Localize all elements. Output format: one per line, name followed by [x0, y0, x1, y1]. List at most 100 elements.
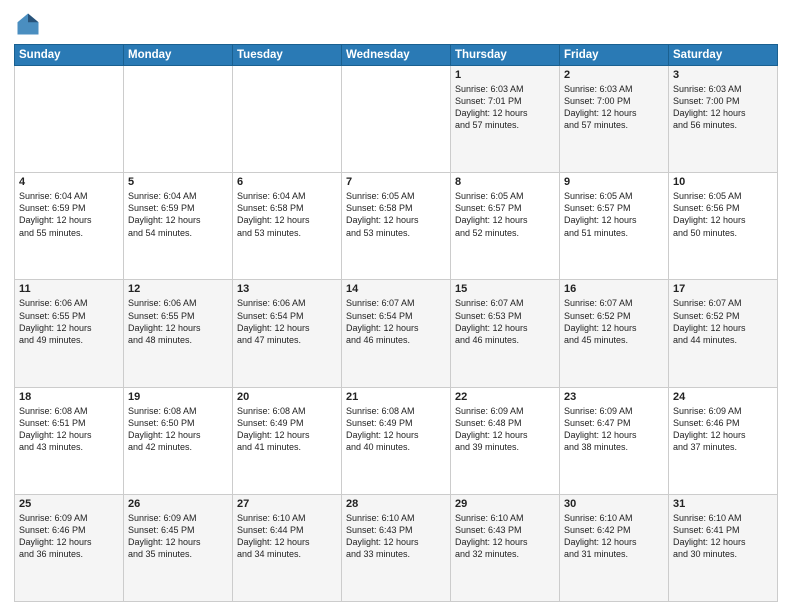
calendar-cell-3-5: 23 Sunrise: 6:09 AM Sunset: 6:47 PM Dayli… [560, 387, 669, 494]
day-number: 20 [237, 391, 337, 403]
day-number: 6 [237, 176, 337, 188]
calendar-cell-1-1: 5 Sunrise: 6:04 AM Sunset: 6:59 PM Daylig… [124, 173, 233, 280]
calendar-week-3: 18 Sunrise: 6:08 AM Sunset: 6:51 PM Dayli… [15, 387, 778, 494]
calendar-cell-1-5: 9 Sunrise: 6:05 AM Sunset: 6:57 PM Daylig… [560, 173, 669, 280]
day-info: Sunrise: 6:10 AM Sunset: 6:43 PM Dayligh… [346, 512, 446, 561]
day-info: Sunrise: 6:07 AM Sunset: 6:54 PM Dayligh… [346, 297, 446, 346]
day-number: 9 [564, 176, 664, 188]
calendar-cell-0-0 [15, 66, 124, 173]
day-info: Sunrise: 6:10 AM Sunset: 6:43 PM Dayligh… [455, 512, 555, 561]
calendar-cell-1-2: 6 Sunrise: 6:04 AM Sunset: 6:58 PM Daylig… [233, 173, 342, 280]
day-number: 27 [237, 498, 337, 510]
calendar-cell-0-5: 2 Sunrise: 6:03 AM Sunset: 7:00 PM Daylig… [560, 66, 669, 173]
day-info: Sunrise: 6:04 AM Sunset: 6:59 PM Dayligh… [128, 190, 228, 239]
calendar-week-0: 1 Sunrise: 6:03 AM Sunset: 7:01 PM Daylig… [15, 66, 778, 173]
calendar-week-1: 4 Sunrise: 6:04 AM Sunset: 6:59 PM Daylig… [15, 173, 778, 280]
day-info: Sunrise: 6:09 AM Sunset: 6:47 PM Dayligh… [564, 405, 664, 454]
calendar-cell-2-1: 12 Sunrise: 6:06 AM Sunset: 6:55 PM Dayli… [124, 280, 233, 387]
calendar-cell-3-0: 18 Sunrise: 6:08 AM Sunset: 6:51 PM Dayli… [15, 387, 124, 494]
day-number: 15 [455, 283, 555, 295]
day-number: 2 [564, 69, 664, 81]
calendar-cell-4-6: 31Sunrise: 6:10 AM Sunset: 6:41 PM Dayli… [669, 494, 778, 601]
day-info: Sunrise: 6:07 AM Sunset: 6:52 PM Dayligh… [564, 297, 664, 346]
day-number: 23 [564, 391, 664, 403]
day-number: 3 [673, 69, 773, 81]
day-info: Sunrise: 6:08 AM Sunset: 6:50 PM Dayligh… [128, 405, 228, 454]
day-number: 29 [455, 498, 555, 510]
calendar-cell-0-3 [342, 66, 451, 173]
day-info: Sunrise: 6:03 AM Sunset: 7:00 PM Dayligh… [564, 83, 664, 132]
day-number: 28 [346, 498, 446, 510]
col-header-tuesday: Tuesday [233, 45, 342, 66]
day-number: 11 [19, 283, 119, 295]
day-info: Sunrise: 6:09 AM Sunset: 6:46 PM Dayligh… [673, 405, 773, 454]
day-info: Sunrise: 6:07 AM Sunset: 6:53 PM Dayligh… [455, 297, 555, 346]
calendar-cell-1-3: 7 Sunrise: 6:05 AM Sunset: 6:58 PM Daylig… [342, 173, 451, 280]
calendar-cell-3-6: 24 Sunrise: 6:09 AM Sunset: 6:46 PM Dayli… [669, 387, 778, 494]
day-info: Sunrise: 6:09 AM Sunset: 6:48 PM Dayligh… [455, 405, 555, 454]
day-info: Sunrise: 6:04 AM Sunset: 6:58 PM Dayligh… [237, 190, 337, 239]
day-number: 17 [673, 283, 773, 295]
calendar-cell-4-4: 29 Sunrise: 6:10 AM Sunset: 6:43 PM Dayli… [451, 494, 560, 601]
day-info: Sunrise: 6:09 AM Sunset: 6:45 PM Dayligh… [128, 512, 228, 561]
day-info: Sunrise: 6:06 AM Sunset: 6:54 PM Dayligh… [237, 297, 337, 346]
day-number: 1 [455, 69, 555, 81]
calendar-week-2: 11 Sunrise: 6:06 AM Sunset: 6:55 PM Dayli… [15, 280, 778, 387]
day-info: Sunrise: 6:04 AM Sunset: 6:59 PM Dayligh… [19, 190, 119, 239]
day-number: 13 [237, 283, 337, 295]
logo [14, 10, 46, 38]
day-info: Sunrise: 6:03 AM Sunset: 7:00 PM Dayligh… [673, 83, 773, 132]
calendar-cell-2-3: 14 Sunrise: 6:07 AM Sunset: 6:54 PM Dayli… [342, 280, 451, 387]
calendar-cell-3-4: 22 Sunrise: 6:09 AM Sunset: 6:48 PM Dayli… [451, 387, 560, 494]
day-info: Sunrise: 6:05 AM Sunset: 6:57 PM Dayligh… [564, 190, 664, 239]
day-info: Sunrise: 6:05 AM Sunset: 6:56 PM Dayligh… [673, 190, 773, 239]
day-info: Sunrise: 6:08 AM Sunset: 6:49 PM Dayligh… [237, 405, 337, 454]
day-number: 5 [128, 176, 228, 188]
day-number: 12 [128, 283, 228, 295]
day-number: 4 [19, 176, 119, 188]
page: SundayMondayTuesdayWednesdayThursdayFrid… [0, 0, 792, 612]
day-number: 16 [564, 283, 664, 295]
day-info: Sunrise: 6:05 AM Sunset: 6:58 PM Dayligh… [346, 190, 446, 239]
day-info: Sunrise: 6:07 AM Sunset: 6:52 PM Dayligh… [673, 297, 773, 346]
day-info: Sunrise: 6:03 AM Sunset: 7:01 PM Dayligh… [455, 83, 555, 132]
day-number: 10 [673, 176, 773, 188]
calendar-cell-1-0: 4 Sunrise: 6:04 AM Sunset: 6:59 PM Daylig… [15, 173, 124, 280]
day-number: 14 [346, 283, 446, 295]
day-number: 24 [673, 391, 773, 403]
day-number: 18 [19, 391, 119, 403]
calendar-cell-0-2 [233, 66, 342, 173]
calendar-cell-0-1 [124, 66, 233, 173]
calendar-header-row: SundayMondayTuesdayWednesdayThursdayFrid… [15, 45, 778, 66]
day-number: 8 [455, 176, 555, 188]
col-header-sunday: Sunday [15, 45, 124, 66]
day-info: Sunrise: 6:10 AM Sunset: 6:42 PM Dayligh… [564, 512, 664, 561]
calendar-cell-2-5: 16 Sunrise: 6:07 AM Sunset: 6:52 PM Dayli… [560, 280, 669, 387]
day-info: Sunrise: 6:06 AM Sunset: 6:55 PM Dayligh… [128, 297, 228, 346]
day-info: Sunrise: 6:09 AM Sunset: 6:46 PM Dayligh… [19, 512, 119, 561]
col-header-saturday: Saturday [669, 45, 778, 66]
calendar-cell-2-4: 15 Sunrise: 6:07 AM Sunset: 6:53 PM Dayli… [451, 280, 560, 387]
logo-icon [14, 10, 42, 38]
day-info: Sunrise: 6:10 AM Sunset: 6:44 PM Dayligh… [237, 512, 337, 561]
day-number: 31 [673, 498, 773, 510]
calendar-table: SundayMondayTuesdayWednesdayThursdayFrid… [14, 44, 778, 602]
day-number: 19 [128, 391, 228, 403]
day-number: 25 [19, 498, 119, 510]
col-header-wednesday: Wednesday [342, 45, 451, 66]
calendar-cell-4-5: 30 Sunrise: 6:10 AM Sunset: 6:42 PM Dayli… [560, 494, 669, 601]
calendar-cell-3-1: 19 Sunrise: 6:08 AM Sunset: 6:50 PM Dayli… [124, 387, 233, 494]
calendar-cell-3-3: 21Sunrise: 6:08 AM Sunset: 6:49 PM Dayli… [342, 387, 451, 494]
day-number: 30 [564, 498, 664, 510]
calendar-cell-4-2: 27 Sunrise: 6:10 AM Sunset: 6:44 PM Dayli… [233, 494, 342, 601]
calendar-cell-0-4: 1 Sunrise: 6:03 AM Sunset: 7:01 PM Daylig… [451, 66, 560, 173]
col-header-monday: Monday [124, 45, 233, 66]
calendar-cell-2-0: 11Sunrise: 6:06 AM Sunset: 6:55 PM Dayli… [15, 280, 124, 387]
col-header-thursday: Thursday [451, 45, 560, 66]
calendar-cell-4-3: 28 Sunrise: 6:10 AM Sunset: 6:43 PM Dayli… [342, 494, 451, 601]
day-number: 7 [346, 176, 446, 188]
day-info: Sunrise: 6:08 AM Sunset: 6:51 PM Dayligh… [19, 405, 119, 454]
calendar-cell-0-6: 3 Sunrise: 6:03 AM Sunset: 7:00 PM Daylig… [669, 66, 778, 173]
calendar-week-4: 25 Sunrise: 6:09 AM Sunset: 6:46 PM Dayli… [15, 494, 778, 601]
day-number: 22 [455, 391, 555, 403]
